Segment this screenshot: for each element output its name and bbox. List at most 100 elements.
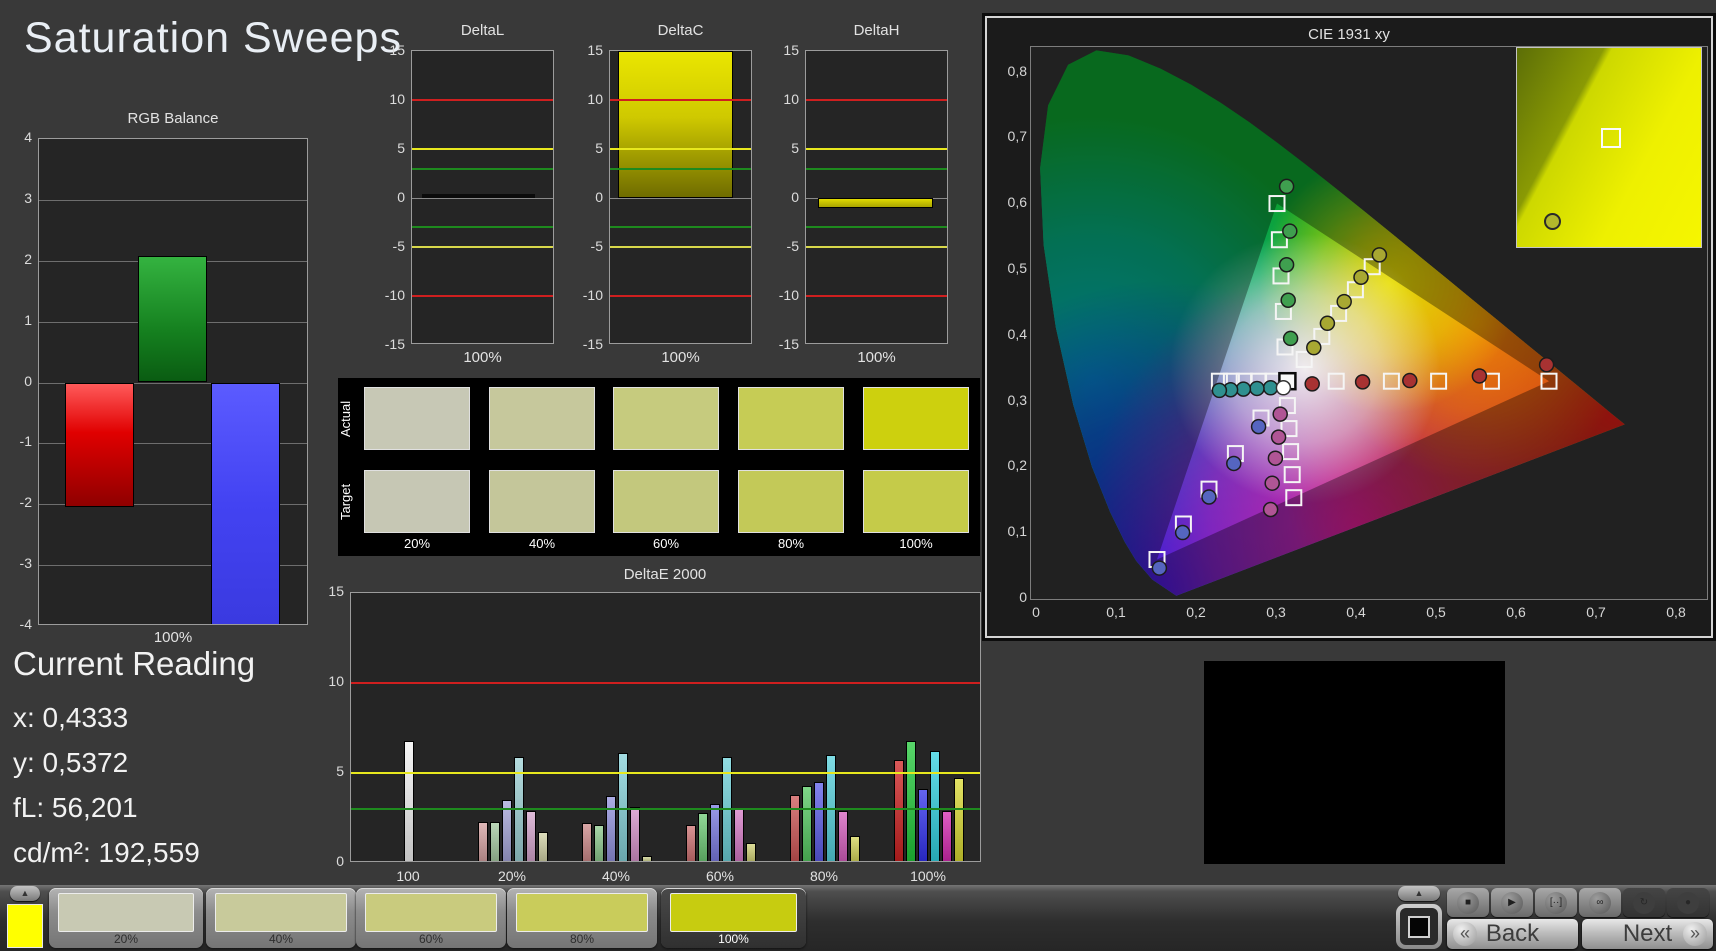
delta-y-tick: 0 [763, 189, 799, 205]
reading-x-value: x: 0,4333 [13, 702, 128, 734]
delta-y-tick: -5 [369, 238, 405, 254]
deltae-group-label: 80% [794, 868, 854, 884]
blue-measured-point [1176, 526, 1190, 540]
cyan-measured-point [1250, 381, 1264, 395]
delta-chart-title: DeltaL [411, 22, 554, 39]
rgb-y-tick: 0 [0, 373, 32, 389]
next-button-label: Next [1623, 920, 1672, 947]
deltae-bar [404, 741, 414, 862]
delta-bar [422, 194, 535, 198]
delta-bar [618, 51, 733, 198]
deltae-bar [814, 782, 824, 862]
ref-line [610, 99, 751, 101]
cie-y-tick: 0,7 [989, 128, 1027, 144]
yellow-measured-point [1307, 341, 1321, 355]
delta-y-tick: -15 [763, 336, 799, 352]
ref-line [412, 148, 553, 150]
deltae-bar [942, 811, 952, 862]
ref-line [351, 808, 980, 810]
blue-measured-point [1252, 420, 1266, 434]
ref-line [610, 295, 751, 297]
delta-y-tick: -10 [567, 287, 603, 303]
cie-title: CIE 1931 xy [987, 26, 1711, 43]
ref-line [806, 246, 947, 248]
target-swatch [738, 470, 844, 533]
ref-line [412, 168, 553, 170]
deltae-bar [582, 823, 592, 862]
delta-chart-deltah [805, 50, 948, 344]
collapse-arrow-icon[interactable]: ▲ [10, 886, 40, 901]
deltae-bar [838, 811, 848, 862]
target-swatch [489, 470, 595, 533]
patch-label: 40% [206, 932, 356, 946]
cie-x-tick: 0 [1016, 604, 1056, 620]
deltae-y-tick: 5 [308, 763, 344, 779]
delta-y-tick: 0 [567, 189, 603, 205]
pattern-patch-80%[interactable]: 80% [507, 888, 657, 948]
deltae-bar [594, 825, 604, 862]
deltae-group-label: 100 [378, 868, 438, 884]
deltae-y-tick: 10 [308, 673, 344, 689]
stop-button[interactable]: ■ [1447, 888, 1489, 917]
pattern-patch-20%[interactable]: 20% [49, 888, 203, 948]
rgb-y-tick: -3 [0, 555, 32, 571]
deltae-bar [790, 795, 800, 862]
current-pattern-swatch [7, 904, 43, 948]
cie-x-tick: 0,5 [1416, 604, 1456, 620]
actual-swatch [364, 387, 470, 450]
delta-zero-line [610, 198, 751, 199]
panel-arrow-icon[interactable]: ▲ [1398, 886, 1440, 901]
rgb-y-tick: -2 [0, 494, 32, 510]
delta-chart-title: DeltaH [805, 22, 948, 39]
delta-y-tick: -15 [369, 336, 405, 352]
play-button[interactable]: ▶ [1491, 888, 1533, 917]
ref-line [806, 226, 947, 228]
next-button[interactable]: Next » [1582, 919, 1713, 949]
actual-swatch [613, 387, 719, 450]
pattern-patch-60%[interactable]: 60% [356, 888, 506, 948]
deltae-group-label: 40% [586, 868, 646, 884]
page-title: Saturation Sweeps [24, 14, 402, 63]
ref-line [806, 295, 947, 297]
delta-chart-deltac [609, 50, 752, 344]
ref-line [610, 246, 751, 248]
deltae-bar [710, 804, 720, 862]
delta-y-tick: 10 [763, 91, 799, 107]
back-chevron-icon: « [1453, 922, 1477, 946]
blue-measured-point [1227, 456, 1241, 470]
ref-line [351, 682, 980, 684]
stop-icon: ■ [1457, 892, 1479, 914]
pattern-patch-40%[interactable]: 40% [206, 888, 356, 948]
delta-zero-line [412, 198, 553, 199]
ref-line [412, 295, 553, 297]
delta-y-tick: 10 [369, 91, 405, 107]
inset-measured-dot [1544, 213, 1561, 230]
cie-y-tick: 0,1 [989, 523, 1027, 539]
cyan-measured-point [1212, 383, 1226, 397]
yellow-measured-point [1337, 295, 1351, 309]
rgb-y-tick: -1 [0, 433, 32, 449]
rgb-balance-title: RGB Balance [38, 110, 308, 127]
delta-chart-title: DeltaC [609, 22, 752, 39]
target-swatch [613, 470, 719, 533]
pattern-patch-100%[interactable]: 100% [661, 888, 806, 948]
cie-x-tick: 0,6 [1496, 604, 1536, 620]
measure-continuous-button[interactable]: ∞ [1579, 888, 1621, 917]
deltae-bar [734, 809, 744, 862]
deltae-chart [350, 592, 981, 862]
cyan-measured-point [1236, 382, 1250, 396]
actual-swatch [863, 387, 969, 450]
back-button[interactable]: « Back [1447, 919, 1578, 949]
deltae-bar [906, 741, 916, 862]
deltae-bar [478, 822, 488, 862]
red-measured-point [1540, 358, 1554, 372]
measure-step-button[interactable]: [··] [1535, 888, 1577, 917]
magenta-measured-point [1268, 451, 1282, 465]
refresh-button: ↻ [1623, 888, 1665, 917]
patch-swatch [516, 893, 648, 932]
reading-fl-value: fL: 56,201 [13, 792, 138, 824]
patch-label: 80% [507, 932, 657, 946]
back-button-label: Back [1486, 920, 1539, 947]
swatch-col-label: 20% [364, 536, 470, 551]
pattern-window-button[interactable] [1396, 904, 1442, 949]
